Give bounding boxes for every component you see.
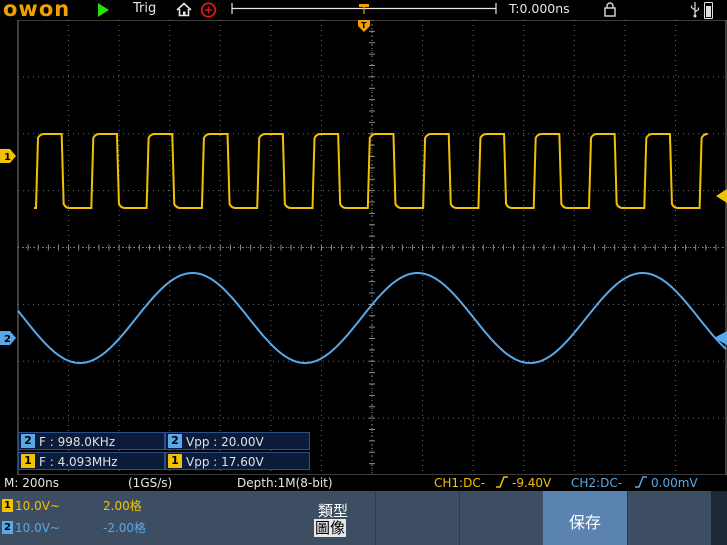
softkey-type[interactable]: 類型 圖像 (291, 491, 375, 545)
run-state-icon[interactable] (98, 3, 109, 17)
svg-text:2: 2 (4, 334, 11, 345)
softkey-empty-2[interactable] (375, 491, 460, 545)
menu-side-rail (711, 491, 727, 545)
memory-position-bar[interactable] (229, 2, 499, 15)
trigger-position-marker[interactable]: T (358, 20, 370, 32)
lock-icon (604, 2, 616, 17)
softkey-empty-5[interactable] (627, 491, 710, 545)
softkey-menu: 1 10.0V~ 2.00格 2 10.0V~ -2.00格 類型 圖像 保存 (0, 491, 727, 545)
trigger-time: T:0.000ns (509, 1, 570, 16)
softkey-type-title: 類型 (317, 502, 348, 520)
softkey-empty-3[interactable] (459, 491, 544, 545)
timebase: M: 200ns (4, 476, 59, 490)
measurement-item: 2 Vpp : 20.00V (165, 432, 310, 450)
memory-depth: Depth:1M(8-bit) (237, 476, 333, 490)
save-button[interactable]: 保存 (543, 491, 627, 545)
ch2-trigger-level: 0.00mV (651, 476, 698, 490)
graticule (17, 20, 727, 475)
ch2-settings[interactable]: 2 10.0V~ -2.00格 (0, 519, 146, 537)
ch1-trigger-level-arrow (716, 189, 727, 203)
top-status-bar: owon Trig T:0.000ns (0, 0, 727, 21)
acquisition-status-bar: M: 200ns (1GS/s) Depth:1M(8-bit) CH1:DC-… (0, 476, 727, 491)
ch2-level-marker[interactable]: 2 (0, 331, 16, 345)
svg-text:1: 1 (4, 152, 11, 163)
ch2-trigger-coupling: CH2:DC- (571, 476, 623, 490)
ch1-trigger-level: -9.40V (512, 476, 552, 490)
ch1-settings[interactable]: 1 10.0V~ 2.00格 (0, 497, 142, 515)
battery-icon (704, 2, 713, 19)
usb-icon (690, 2, 700, 18)
softkey-type-value: 圖像 (314, 519, 347, 537)
rising-edge-icon (634, 476, 648, 492)
svg-text:T: T (361, 21, 367, 30)
sample-rate: (1GS/s) (128, 476, 173, 490)
ch1-level-marker[interactable]: 1 (0, 149, 16, 163)
measurement-item: 1F : 4.093MHz (18, 452, 165, 470)
measurement-item: 2F : 998.0KHz (18, 432, 165, 450)
measurement-item: 1 Vpp : 17.60V (165, 452, 310, 470)
trigger-status: Trig (133, 1, 157, 16)
function-icon[interactable] (200, 2, 217, 18)
rising-edge-icon (495, 476, 509, 492)
measurement-panel: 2F : 998.0KHz 2 Vpp : 20.00V 1F : 4.093MH… (18, 432, 310, 474)
waveform-display[interactable]: 1 2 T (0, 20, 727, 475)
home-icon[interactable] (176, 2, 192, 17)
ch1-trigger-coupling: CH1:DC- (434, 476, 486, 490)
owon-logo: owon (3, 0, 71, 21)
